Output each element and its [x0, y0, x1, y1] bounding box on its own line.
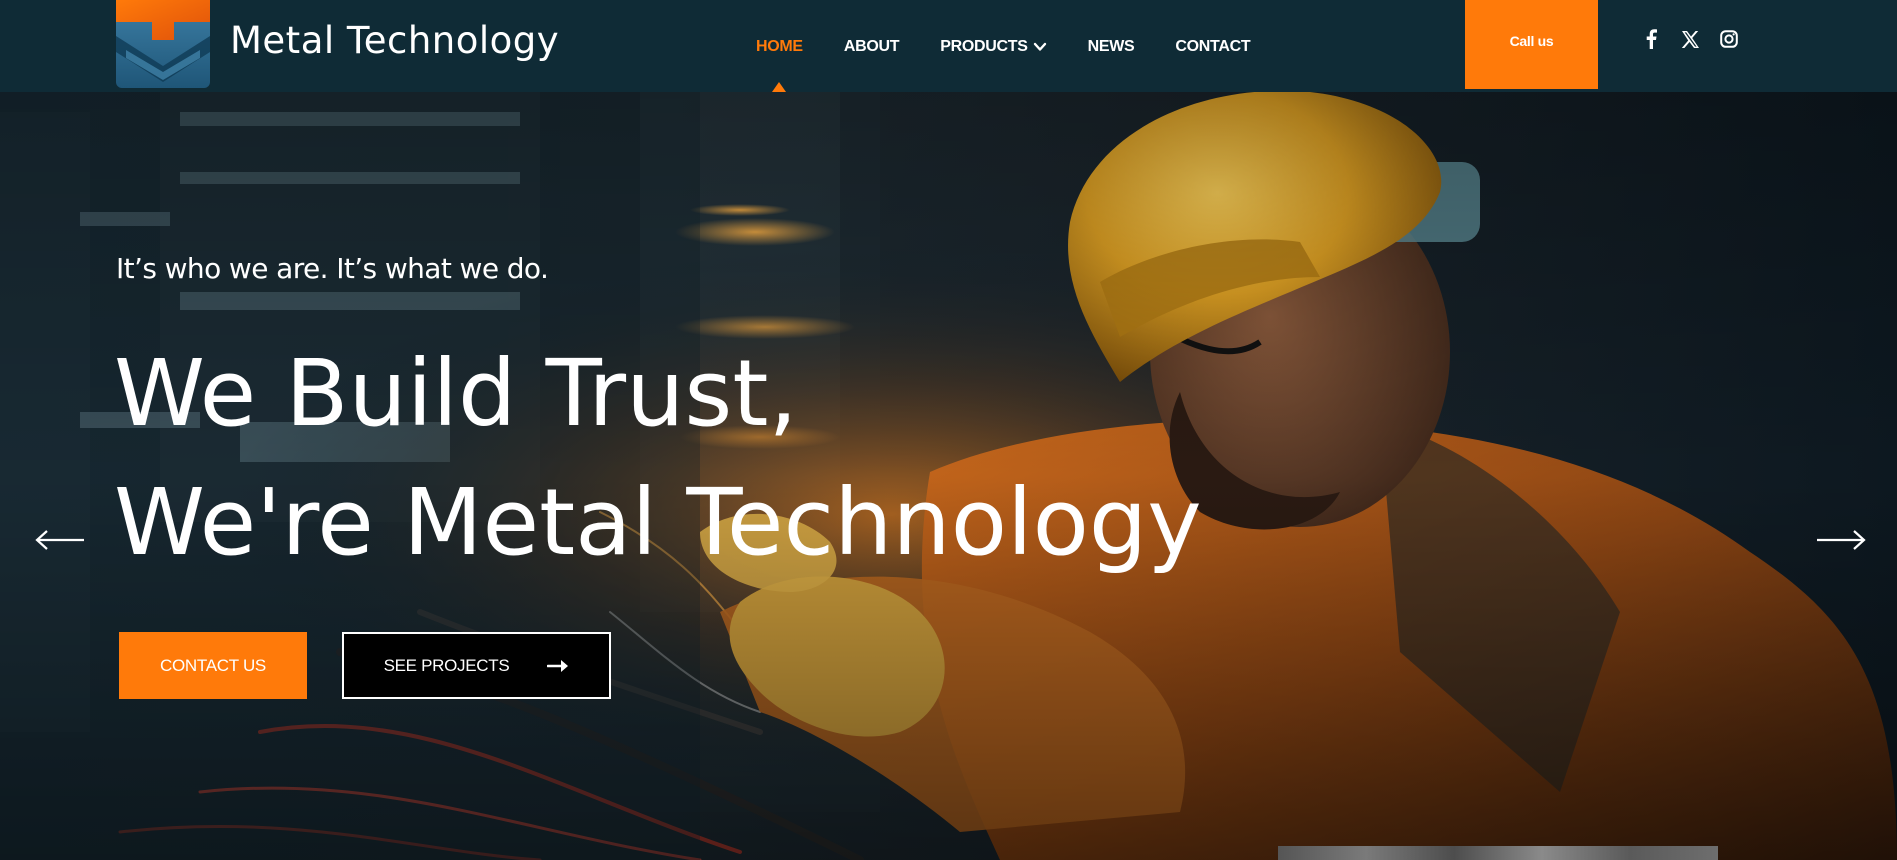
- facebook-link[interactable]: [1640, 28, 1662, 50]
- social-links: [1640, 28, 1757, 50]
- next-slide-arrow-icon[interactable]: [1815, 528, 1867, 552]
- nav-home[interactable]: HOME: [756, 38, 803, 92]
- arrow-right-icon: [547, 659, 569, 672]
- instagram-link[interactable]: [1718, 28, 1740, 50]
- see-projects-label: SEE PROJECTS: [383, 655, 510, 675]
- hero-slider: It’s who we are. It’s what we do. We Bui…: [0, 92, 1897, 860]
- instagram-icon: [1720, 30, 1738, 48]
- site-header: Metal Technology HOME ABOUT PRODUCTS NEW…: [0, 0, 1897, 92]
- nav-contact[interactable]: CONTACT: [1175, 38, 1250, 56]
- call-us-button[interactable]: Call us: [1465, 0, 1598, 89]
- contact-us-button[interactable]: CONTACT US: [119, 632, 307, 699]
- facebook-icon: [1646, 29, 1657, 49]
- hero-headline-line1: We Build Trust,: [114, 340, 798, 447]
- main-nav: HOME ABOUT PRODUCTS NEWS CONTACT: [756, 38, 1291, 92]
- nav-home-label: HOME: [756, 38, 803, 55]
- active-indicator-icon: [772, 82, 787, 92]
- hero-tagline: It’s who we are. It’s what we do.: [116, 252, 549, 285]
- logo-link[interactable]: Metal Technology: [116, 0, 559, 88]
- nav-contact-label: CONTACT: [1175, 38, 1251, 55]
- nav-news[interactable]: NEWS: [1088, 38, 1135, 56]
- metal-technology-logo: [116, 0, 210, 88]
- brand-name: Metal Technology: [230, 18, 560, 62]
- nav-products-label: PRODUCTS: [940, 38, 1028, 55]
- nav-products[interactable]: PRODUCTS: [940, 38, 1046, 56]
- hero-headline-line2: We're Metal Technology: [114, 469, 1202, 576]
- bottom-image-strip: [1278, 846, 1718, 860]
- chevron-down-icon: [1033, 42, 1046, 51]
- nav-about-label: ABOUT: [843, 38, 900, 55]
- previous-slide-arrow-icon[interactable]: [34, 528, 86, 552]
- nav-news-label: NEWS: [1087, 38, 1135, 55]
- x-icon: [1681, 30, 1699, 48]
- x-link[interactable]: [1679, 28, 1701, 50]
- see-projects-button[interactable]: SEE PROJECTS: [342, 632, 611, 699]
- nav-about[interactable]: ABOUT: [843, 38, 900, 56]
